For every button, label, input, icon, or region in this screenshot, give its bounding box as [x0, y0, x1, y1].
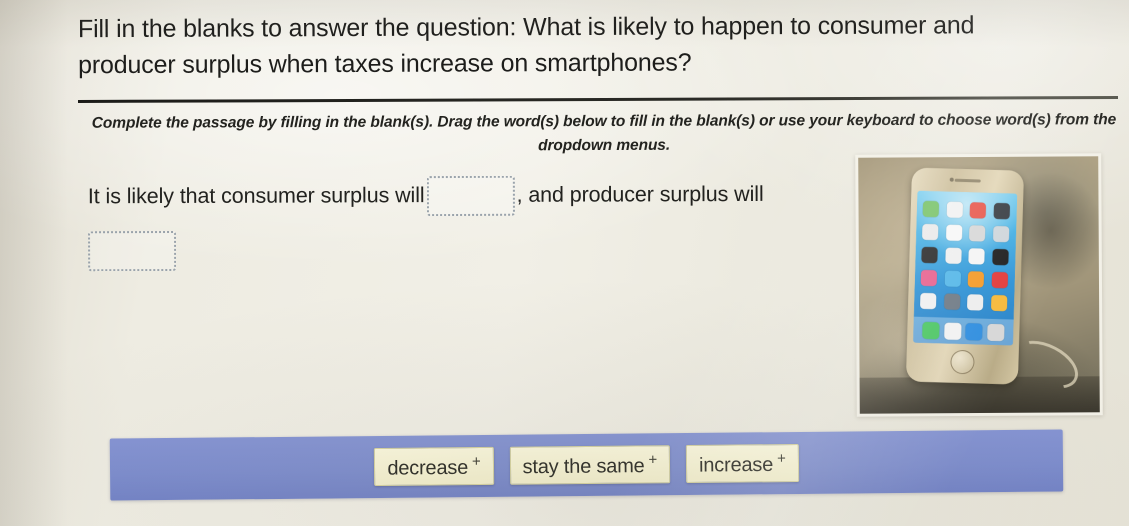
word-chip-add-icon[interactable]: +: [777, 450, 786, 467]
app-icon: [944, 270, 961, 287]
app-icon: [944, 247, 962, 264]
app-icon: [993, 202, 1010, 220]
worksheet-content: Fill in the blanks to answer the questio…: [0, 0, 1129, 526]
word-chip-decrease[interactable]: decrease +: [374, 446, 494, 487]
dock-app-icon: [987, 323, 1005, 341]
passage-with-blanks: It is likely that consumer surplus will,…: [88, 167, 818, 278]
app-icon: [991, 248, 1009, 266]
app-icon: [969, 202, 987, 219]
app-icon: [946, 201, 963, 218]
question-prompt: Fill in the blanks to answer the questio…: [77, 11, 975, 79]
app-icon: [922, 200, 940, 218]
app-icon: [921, 223, 939, 241]
photo-image: [858, 156, 1100, 414]
phone-dock: [913, 316, 1014, 346]
word-chip-add-icon[interactable]: +: [472, 453, 481, 470]
app-icon: [966, 294, 984, 311]
word-chip-label: stay the same: [522, 454, 645, 478]
word-chip-label: increase: [698, 453, 774, 477]
instructions-text: Complete the passage by filling in the b…: [91, 111, 1117, 155]
blank-dropzone-2[interactable]: [88, 231, 177, 272]
passage-segment-2: , and producer surplus will: [516, 181, 764, 207]
app-icon: [919, 292, 937, 310]
app-icon: [967, 271, 985, 288]
front-camera-icon: [949, 177, 954, 182]
app-icon: [991, 271, 1008, 289]
app-icon: [968, 225, 986, 242]
word-bank-tray: decrease + stay the same + increase +: [109, 429, 1064, 501]
dock-app-icon: [921, 321, 940, 339]
word-chip-increase[interactable]: increase +: [685, 443, 799, 484]
home-button-icon: [950, 349, 975, 375]
phone-top-bezel: [911, 168, 1024, 193]
app-icon: [990, 294, 1007, 312]
word-chip-stay-the-same[interactable]: stay the same +: [509, 444, 671, 486]
word-chip-add-icon[interactable]: +: [648, 451, 657, 468]
app-icon: [992, 225, 1009, 243]
phone-device: [905, 167, 1025, 385]
home-screen-app-grid: [919, 200, 1011, 312]
app-icon: [943, 293, 960, 310]
dock-app-icon: [943, 322, 962, 340]
passage-segment-1: It is likely that consumer surplus will: [87, 183, 425, 209]
app-icon: [968, 248, 985, 265]
header-divider: [77, 96, 1119, 103]
blank-dropzone-1[interactable]: [426, 176, 515, 217]
dock-app-icon: [965, 322, 983, 341]
app-icon: [921, 246, 938, 264]
phone-screen: [913, 190, 1018, 346]
app-icon: [920, 269, 938, 287]
earpiece-speaker-icon: [954, 178, 981, 183]
word-chip-label: decrease: [387, 456, 469, 480]
smartphone-photo: [855, 153, 1103, 417]
app-icon: [945, 224, 962, 241]
